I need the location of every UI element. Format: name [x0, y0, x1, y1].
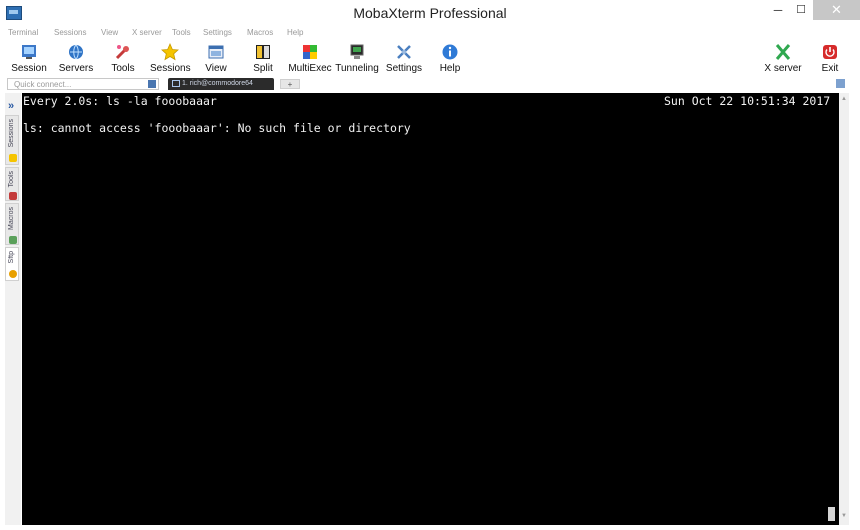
toolbar-split-button[interactable]: Split — [248, 42, 278, 76]
menu-sessions[interactable]: Sessions — [54, 28, 86, 37]
sidebar-tab-macros[interactable]: Macros — [5, 203, 19, 245]
toolbar-servers-label: Servers — [58, 63, 94, 74]
close-button[interactable]: ✕ — [813, 0, 860, 20]
window-title: MobaXterm Professional — [353, 5, 507, 21]
quick-connect-input[interactable]: Quick connect... — [7, 78, 159, 90]
settings-icon — [397, 45, 411, 59]
toolbar-help-label: Help — [439, 63, 461, 74]
watch-timestamp: Sun Oct 22 10:51:34 2017 — [664, 94, 831, 108]
toolbar-sessions-label: Sessions — [150, 63, 191, 74]
view-icon — [208, 45, 224, 59]
toolbar-view-button[interactable]: View — [200, 42, 232, 76]
toolbar-settings-label: Settings — [385, 63, 423, 74]
toolbar-sessions-button[interactable]: Sessions — [150, 42, 191, 76]
menu-view[interactable]: View — [101, 28, 118, 37]
tunneling-icon — [350, 44, 364, 59]
session-icon — [22, 45, 36, 59]
toolbar-multiexec-label: MultiExec — [288, 63, 332, 74]
toolbar-exit-label: Exit — [821, 63, 839, 74]
servers-icon — [69, 44, 83, 60]
sidebar-tab-tools[interactable]: Tools — [5, 167, 19, 201]
toolbar-x-server-label: X server — [764, 63, 802, 74]
toolbar-session-button[interactable]: Session — [10, 42, 48, 76]
sidebar-tab-sftp[interactable]: Sftp — [5, 247, 19, 281]
sidebar-tab-sftp-label: Sftp — [8, 251, 15, 264]
terminal-output-line: ls: cannot access 'fooobaaar': No such f… — [23, 121, 411, 135]
toolbar-view-label: View — [205, 63, 227, 74]
help-icon — [442, 44, 458, 60]
title-bar: MobaXterm Professional ─ ☐ ✕ — [0, 0, 860, 27]
toolbar-tools-button[interactable]: Tools — [106, 42, 140, 76]
toolbar-session-label: Session — [11, 63, 47, 74]
main-toolbar: Session Servers Tools Sessions View Spli… — [0, 42, 860, 76]
toolbar-servers-button[interactable]: Servers — [56, 42, 96, 76]
watch-header: Every 2.0s: ls -la fooobaaar — [23, 94, 217, 108]
menu-terminal[interactable]: Terminal — [8, 28, 38, 37]
toolbar-tunneling-label: Tunneling — [335, 63, 379, 74]
menu-bar: Terminal Sessions View X server Tools Se… — [0, 28, 860, 40]
multiexec-icon — [303, 45, 317, 59]
left-sidebar: » Sessions Tools Macros Sftp — [5, 93, 21, 525]
toolbar-settings-button[interactable]: Settings — [385, 42, 423, 76]
tools-icon — [115, 45, 129, 60]
maximize-button[interactable]: ☐ — [787, 0, 815, 20]
scroll-down-icon[interactable]: ▼ — [841, 513, 847, 519]
sidebar-tab-sessions[interactable]: Sessions — [5, 115, 19, 165]
menu-macros[interactable]: Macros — [247, 28, 273, 37]
tab-session-1[interactable]: 1. rich@commodore64 — [168, 78, 274, 90]
new-tab-button[interactable]: + — [280, 79, 300, 89]
toolbar-multiexec-button[interactable]: MultiExec — [288, 42, 332, 76]
split-icon — [256, 45, 270, 59]
sessions-star-icon — [9, 154, 17, 162]
sidebar-tab-tools-label: Tools — [8, 171, 15, 188]
toolbar-x-server-button[interactable]: X server — [762, 42, 804, 76]
menu-tools[interactable]: Tools — [172, 28, 191, 37]
menu-x-server[interactable]: X server — [132, 28, 162, 37]
sidebar-tab-sessions-label: Sessions — [8, 119, 15, 148]
tab-options-icon[interactable] — [836, 79, 845, 88]
toolbar-split-label: Split — [253, 63, 273, 74]
sftp-icon — [9, 270, 17, 278]
quick-connect-icon[interactable] — [148, 80, 156, 88]
tab-bar: Quick connect... 1. rich@commodore64 + — [0, 77, 860, 91]
exit-icon — [823, 45, 837, 59]
terminal-area[interactable]: Every 2.0s: ls -la fooobaaar Sun Oct 22 … — [22, 93, 839, 525]
x-server-icon — [775, 44, 791, 60]
terminal-icon — [172, 80, 180, 87]
scroll-up-icon[interactable]: ▲ — [841, 96, 847, 102]
toolbar-exit-button[interactable]: Exit — [816, 42, 844, 76]
menu-help[interactable]: Help — [287, 28, 303, 37]
terminal-scrollbar[interactable]: ▲ ▼ — [839, 93, 849, 525]
tools-small-icon — [9, 192, 17, 200]
sidebar-tab-macros-label: Macros — [8, 207, 15, 230]
collapse-sidebar-icon[interactable]: » — [8, 100, 14, 112]
toolbar-tools-label: Tools — [111, 63, 135, 74]
star-icon — [161, 43, 179, 61]
macros-icon — [9, 236, 17, 244]
tab-label: 1. rich@commodore64 — [182, 80, 253, 87]
terminal-cursor — [828, 507, 835, 521]
toolbar-tunneling-button[interactable]: Tunneling — [335, 42, 379, 76]
menu-settings[interactable]: Settings — [203, 28, 232, 37]
toolbar-help-button[interactable]: Help — [436, 42, 464, 76]
